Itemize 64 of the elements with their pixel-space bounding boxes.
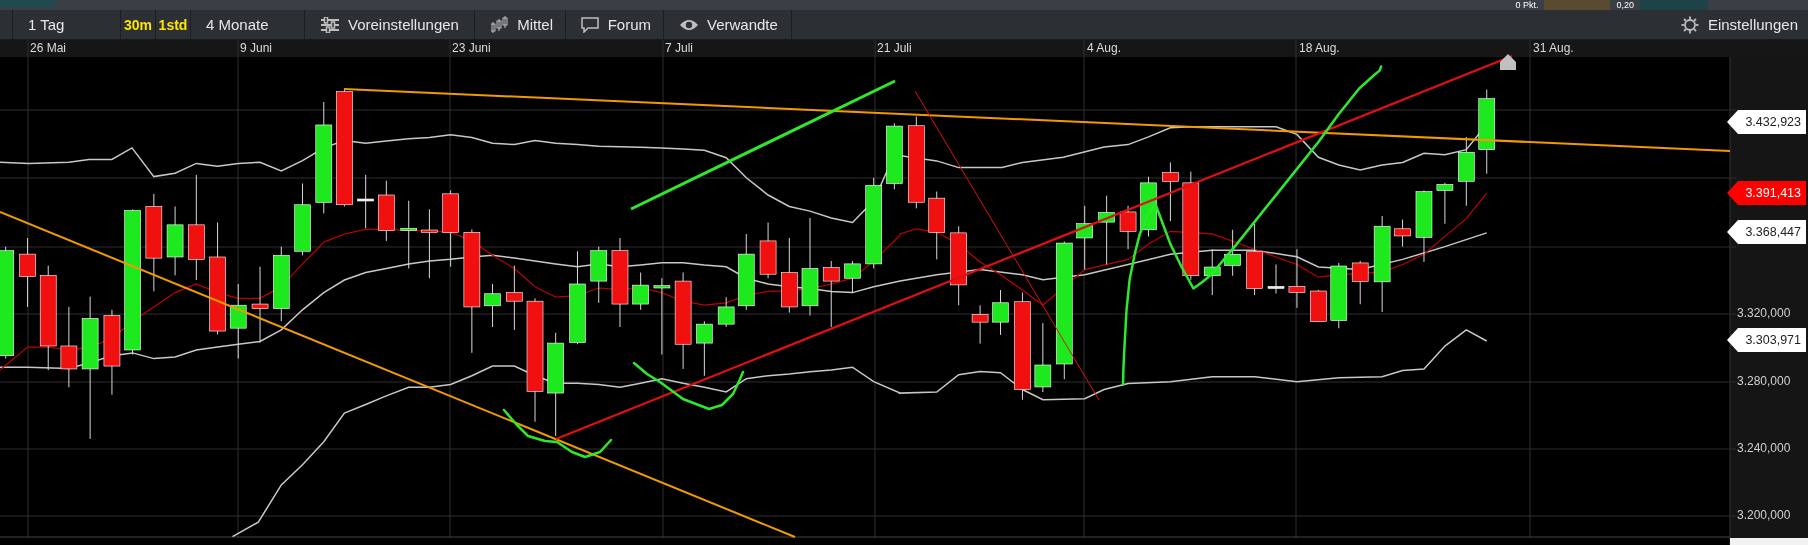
price-tag: 3.303,971	[1727, 328, 1806, 352]
candlestick	[1310, 289, 1327, 323]
settings-button[interactable]: Einstellungen	[1680, 10, 1808, 39]
candlestick	[717, 296, 735, 328]
candlestick	[1098, 195, 1115, 265]
candlestick	[1203, 248, 1221, 296]
candlestick	[1034, 322, 1052, 393]
date-label: 7 Juli	[665, 41, 693, 55]
date-label: 26 Mai	[30, 41, 67, 55]
candlestick	[844, 260, 861, 294]
candlestick	[632, 272, 649, 311]
candlestick	[971, 304, 989, 345]
candlestick	[886, 122, 903, 190]
candlestick	[1224, 229, 1241, 277]
candlestick	[1458, 136, 1475, 207]
value-bar	[1544, 0, 1611, 10]
pentagon-marker	[1500, 54, 1516, 70]
date-label: 21 Juli	[877, 41, 912, 55]
candlestick	[759, 222, 777, 279]
candlestick	[1436, 182, 1454, 225]
candlestick	[1351, 260, 1369, 305]
candlestick	[1330, 262, 1348, 329]
interval-button[interactable]: 1std	[156, 10, 191, 39]
points-label: 0 Pkt.	[1514, 0, 1540, 10]
candlestick	[421, 208, 438, 279]
candlestick	[822, 260, 840, 328]
date-label: 9 Juni	[240, 41, 273, 55]
price-tag: 3.368,447	[1727, 220, 1806, 244]
price-tag: 3.432,923	[1727, 110, 1806, 134]
candlestick	[1267, 264, 1285, 295]
price-label: 3.200,000	[1737, 508, 1791, 522]
price-label: 3.320,000	[1737, 306, 1791, 320]
date-label: 4 Aug.	[1087, 41, 1122, 55]
settings-icon	[1680, 15, 1699, 34]
candlestick	[1119, 205, 1137, 250]
candlestick	[1076, 205, 1093, 271]
date-label: 31 Aug.	[1533, 41, 1574, 55]
candlestick	[1288, 248, 1306, 309]
candlestick	[19, 237, 36, 308]
price-tag: 3.391,413	[1727, 181, 1806, 205]
candlestick	[928, 191, 946, 260]
price-label: 3.240,000	[1737, 441, 1791, 455]
price-label: 3.280,000	[1737, 374, 1791, 388]
panel-block	[0, 0, 55, 7]
date-label: 23 Juni	[452, 41, 491, 55]
date-label: 18 Aug.	[1299, 41, 1340, 55]
candlestick	[506, 265, 523, 331]
candlestick	[696, 320, 713, 377]
candlestick-icon	[491, 15, 509, 34]
interval-button[interactable]: 30m	[121, 10, 156, 39]
speech-bubble-icon	[581, 16, 599, 33]
candlestick	[484, 283, 501, 328]
candlestick	[166, 206, 184, 276]
value-label: 0,20	[1615, 0, 1635, 10]
candlestick	[1162, 161, 1179, 222]
candlestick	[992, 289, 1009, 336]
candlestick	[400, 200, 418, 269]
sliders-icon	[321, 16, 339, 33]
candlestick	[357, 174, 374, 229]
candlestick	[378, 180, 395, 242]
value-bar	[1640, 0, 1708, 10]
candlestick	[1394, 219, 1411, 248]
candlestick	[590, 246, 608, 304]
eye-icon	[680, 18, 698, 31]
